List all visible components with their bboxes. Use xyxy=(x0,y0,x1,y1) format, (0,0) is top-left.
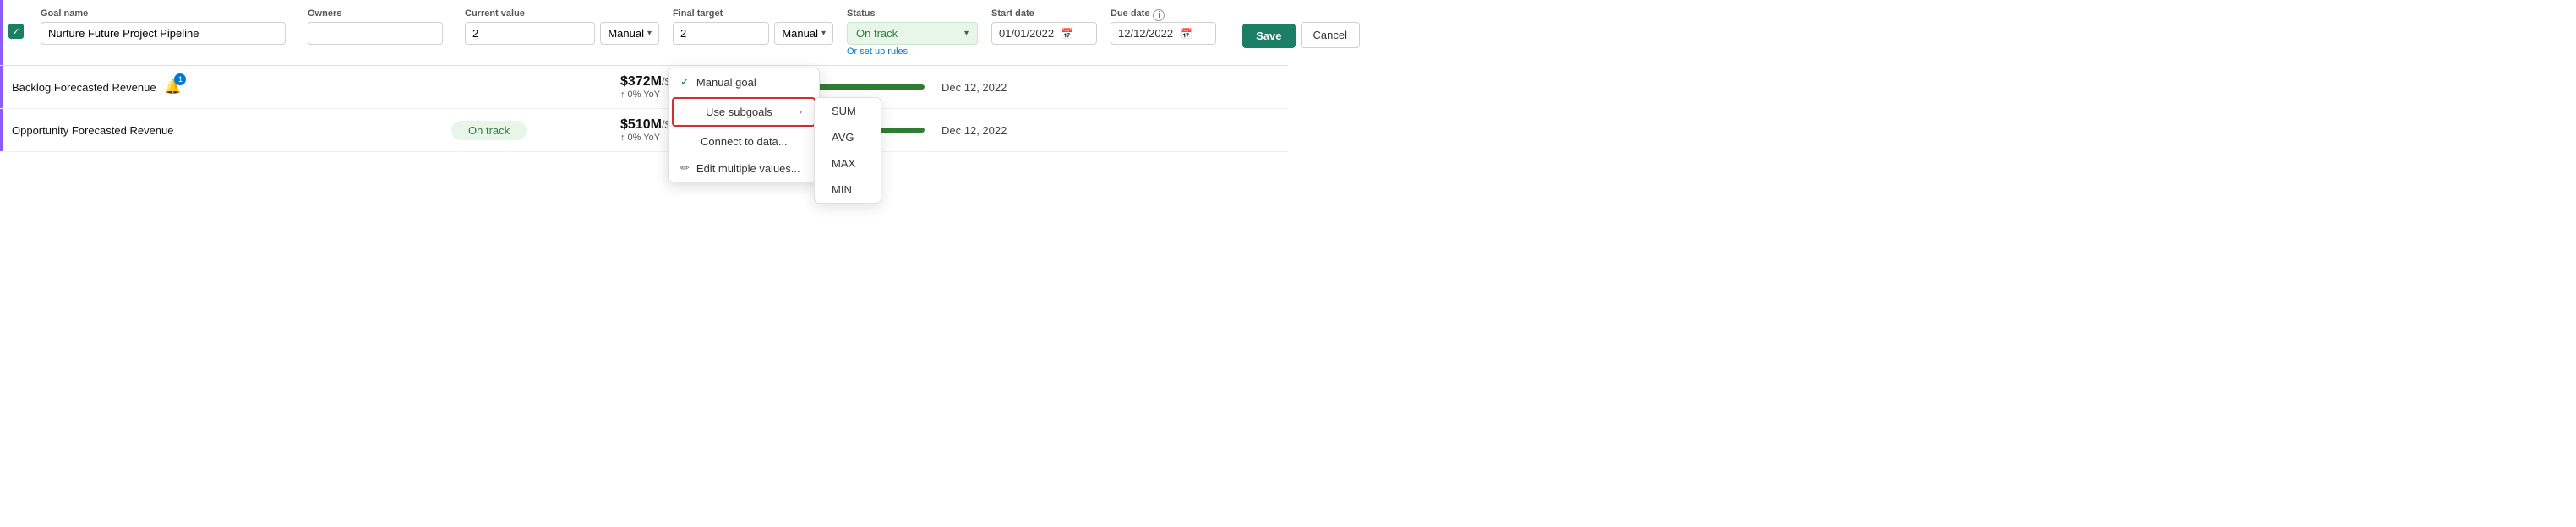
start-date-input[interactable]: 01/01/2022 📅 xyxy=(991,22,1097,45)
final-target-method-dropdown[interactable]: Manual ▾ xyxy=(774,22,833,45)
left-accent-bar xyxy=(0,0,3,65)
opportunity-name-text: Opportunity Forecasted Revenue xyxy=(12,124,174,137)
current-value-group: Manual ▾ xyxy=(465,22,659,45)
goal-name-input[interactable] xyxy=(41,22,286,45)
submenu-item-max[interactable]: MAX xyxy=(815,150,881,177)
due-date-section: Due date i 12/12/2022 📅 xyxy=(1111,8,1216,45)
goal-row-opportunity: Opportunity Forecasted Revenue On track … xyxy=(0,109,1288,152)
row-checkbox[interactable]: ✓ xyxy=(8,24,24,39)
pencil-icon: ✏ xyxy=(680,161,690,175)
main-container: ✓ Goal name Owners Current value Manual … xyxy=(0,0,1288,152)
status-label: Status xyxy=(847,8,978,19)
backlog-accent-bar xyxy=(0,66,3,108)
current-value-method-label: Manual xyxy=(608,27,644,40)
dropdown-item-manual-goal[interactable]: ✓ Manual goal xyxy=(669,68,819,95)
goals-list: Backlog Forecasted Revenue 🔔 1 $372M/$30… xyxy=(0,66,1288,152)
check-icon: ✓ xyxy=(680,75,690,89)
opportunity-accent-bar xyxy=(0,109,3,151)
opportunity-on-track-badge: On track xyxy=(451,121,527,140)
goal-name-label: Goal name xyxy=(41,8,294,19)
goal-name-section: Goal name xyxy=(41,8,294,45)
calendar-icon-due: 📅 xyxy=(1180,28,1192,40)
set-up-rules-link[interactable]: Or set up rules xyxy=(847,46,978,57)
actions-section: Save Cancel xyxy=(1233,22,1360,48)
backlog-row-name: Backlog Forecasted Revenue 🔔 1 xyxy=(12,79,451,95)
due-date-label: Due date xyxy=(1111,8,1149,19)
use-subgoals-label: Use subgoals xyxy=(706,106,772,118)
start-date-label: Start date xyxy=(991,8,1097,19)
arrow-right-icon: › xyxy=(799,107,802,117)
backlog-progress xyxy=(806,84,941,90)
calendar-icon-start: 📅 xyxy=(1061,28,1073,40)
opportunity-row-name: Opportunity Forecasted Revenue xyxy=(12,124,451,137)
subgoals-submenu: SUM AVG MAX MIN xyxy=(814,97,881,204)
backlog-name-text: Backlog Forecasted Revenue xyxy=(12,81,156,94)
current-value-input[interactable] xyxy=(465,22,595,45)
save-button[interactable]: Save xyxy=(1242,24,1295,48)
due-date-info-icon: i xyxy=(1153,9,1165,21)
submenu-item-avg[interactable]: AVG xyxy=(815,124,881,150)
avg-label: AVG xyxy=(832,131,854,144)
opportunity-status: On track xyxy=(451,121,620,140)
sum-label: SUM xyxy=(832,105,856,117)
submenu-item-sum[interactable]: SUM xyxy=(815,98,881,124)
current-value-section: Current value Manual ▾ xyxy=(465,8,659,45)
backlog-notification-badge[interactable]: 🔔 1 xyxy=(165,79,182,95)
submenu-item-min[interactable]: MIN xyxy=(815,177,881,203)
final-target-label: Final target xyxy=(673,8,833,19)
edit-row: ✓ Goal name Owners Current value Manual … xyxy=(0,0,1288,66)
dropdown-item-use-subgoals[interactable]: Use subgoals › xyxy=(674,99,814,125)
checkbox-col: ✓ xyxy=(8,24,34,39)
due-date-input[interactable]: 12/12/2022 📅 xyxy=(1111,22,1216,45)
current-value-chevron-icon: ▾ xyxy=(647,29,652,38)
status-dropdown[interactable]: On track ▾ xyxy=(847,22,978,45)
start-date-section: Start date 01/01/2022 📅 xyxy=(991,8,1097,45)
backlog-progress-bar-container xyxy=(806,84,925,90)
manual-goal-label: Manual goal xyxy=(696,76,756,89)
opportunity-due-date: Dec 12, 2022 xyxy=(941,124,1043,137)
start-date-value: 01/01/2022 xyxy=(999,27,1054,40)
dropdown-item-use-subgoals-wrapper: Use subgoals › SUM AVG MAX MIN xyxy=(672,97,816,127)
owners-label: Owners xyxy=(308,8,451,19)
connect-data-label: Connect to data... xyxy=(701,135,788,148)
final-target-chevron-icon: ▾ xyxy=(821,29,826,38)
final-target-section: Final target Manual ▾ xyxy=(673,8,833,45)
goal-row-backlog: Backlog Forecasted Revenue 🔔 1 $372M/$30… xyxy=(0,66,1288,109)
min-label: MIN xyxy=(832,183,852,196)
current-value-label: Current value xyxy=(465,8,659,19)
status-value-label: On track xyxy=(856,27,898,40)
current-value-method-dropdown[interactable]: Manual ▾ xyxy=(600,22,659,45)
final-target-input[interactable] xyxy=(673,22,769,45)
backlog-due-date: Dec 12, 2022 xyxy=(941,81,1043,94)
final-target-group: Manual ▾ xyxy=(673,22,833,45)
backlog-main-number: $372M xyxy=(620,74,662,89)
max-label: MAX xyxy=(832,157,855,170)
owners-input[interactable] xyxy=(308,22,443,45)
opportunity-main-number: $510M xyxy=(620,117,662,132)
dropdown-menu: ✓ Manual goal Use subgoals › SUM AVG MAX xyxy=(668,68,820,182)
due-date-value: 12/12/2022 xyxy=(1118,27,1173,40)
status-section: Status On track ▾ Or set up rules xyxy=(847,8,978,57)
owners-section: Owners xyxy=(308,8,451,45)
dropdown-item-connect-data[interactable]: Connect to data... xyxy=(669,128,819,155)
final-target-method-label: Manual xyxy=(782,27,818,40)
cancel-button[interactable]: Cancel xyxy=(1301,22,1360,48)
edit-multiple-label: Edit multiple values... xyxy=(696,162,800,175)
dropdown-item-edit-multiple[interactable]: ✏ Edit multiple values... xyxy=(669,155,819,182)
backlog-badge-count: 1 xyxy=(174,73,186,85)
status-chevron-icon: ▾ xyxy=(964,29,969,38)
backlog-progress-bar-fill xyxy=(806,84,925,90)
